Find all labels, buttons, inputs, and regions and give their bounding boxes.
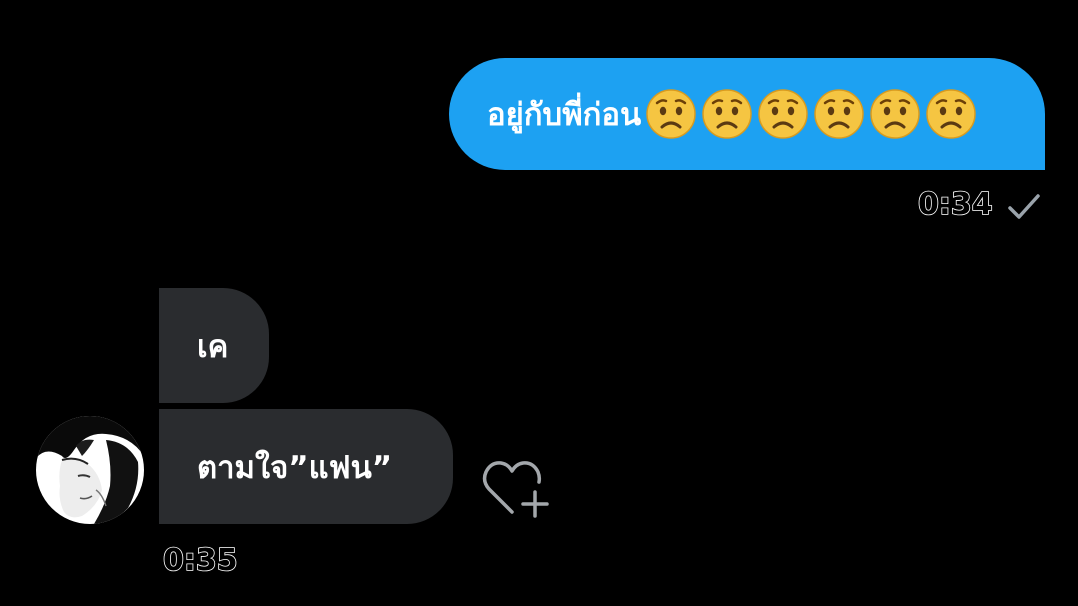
sent-message-emoji-group (645, 88, 981, 140)
sent-message-text: อยู่กับพี่ก่อน (487, 97, 642, 133)
avatar-photo-icon (36, 416, 144, 524)
worried-face-emoji-icon (814, 89, 864, 139)
heart-plus-icon[interactable] (480, 458, 552, 522)
worried-face-emoji-icon (926, 89, 976, 139)
received-message-bubble-2[interactable]: ตามใจ”แฟน” (159, 409, 453, 524)
received-message-timestamp: 0:35 (162, 542, 238, 579)
sender-avatar[interactable] (36, 416, 144, 524)
worried-face-emoji-icon (646, 89, 696, 139)
worried-face-emoji-icon (702, 89, 752, 139)
received-message-text-1: เค (197, 328, 229, 365)
worried-face-emoji-icon (758, 89, 808, 139)
worried-face-emoji-icon (870, 89, 920, 139)
sent-message-bubble[interactable]: อยู่กับพี่ก่อน (449, 58, 1045, 170)
received-message-text-2: ตามใจ”แฟน” (197, 449, 393, 486)
check-icon (1008, 194, 1040, 219)
sent-message-timestamp: 0:34 (917, 186, 993, 223)
received-message-bubble-1[interactable]: เค (159, 288, 269, 403)
